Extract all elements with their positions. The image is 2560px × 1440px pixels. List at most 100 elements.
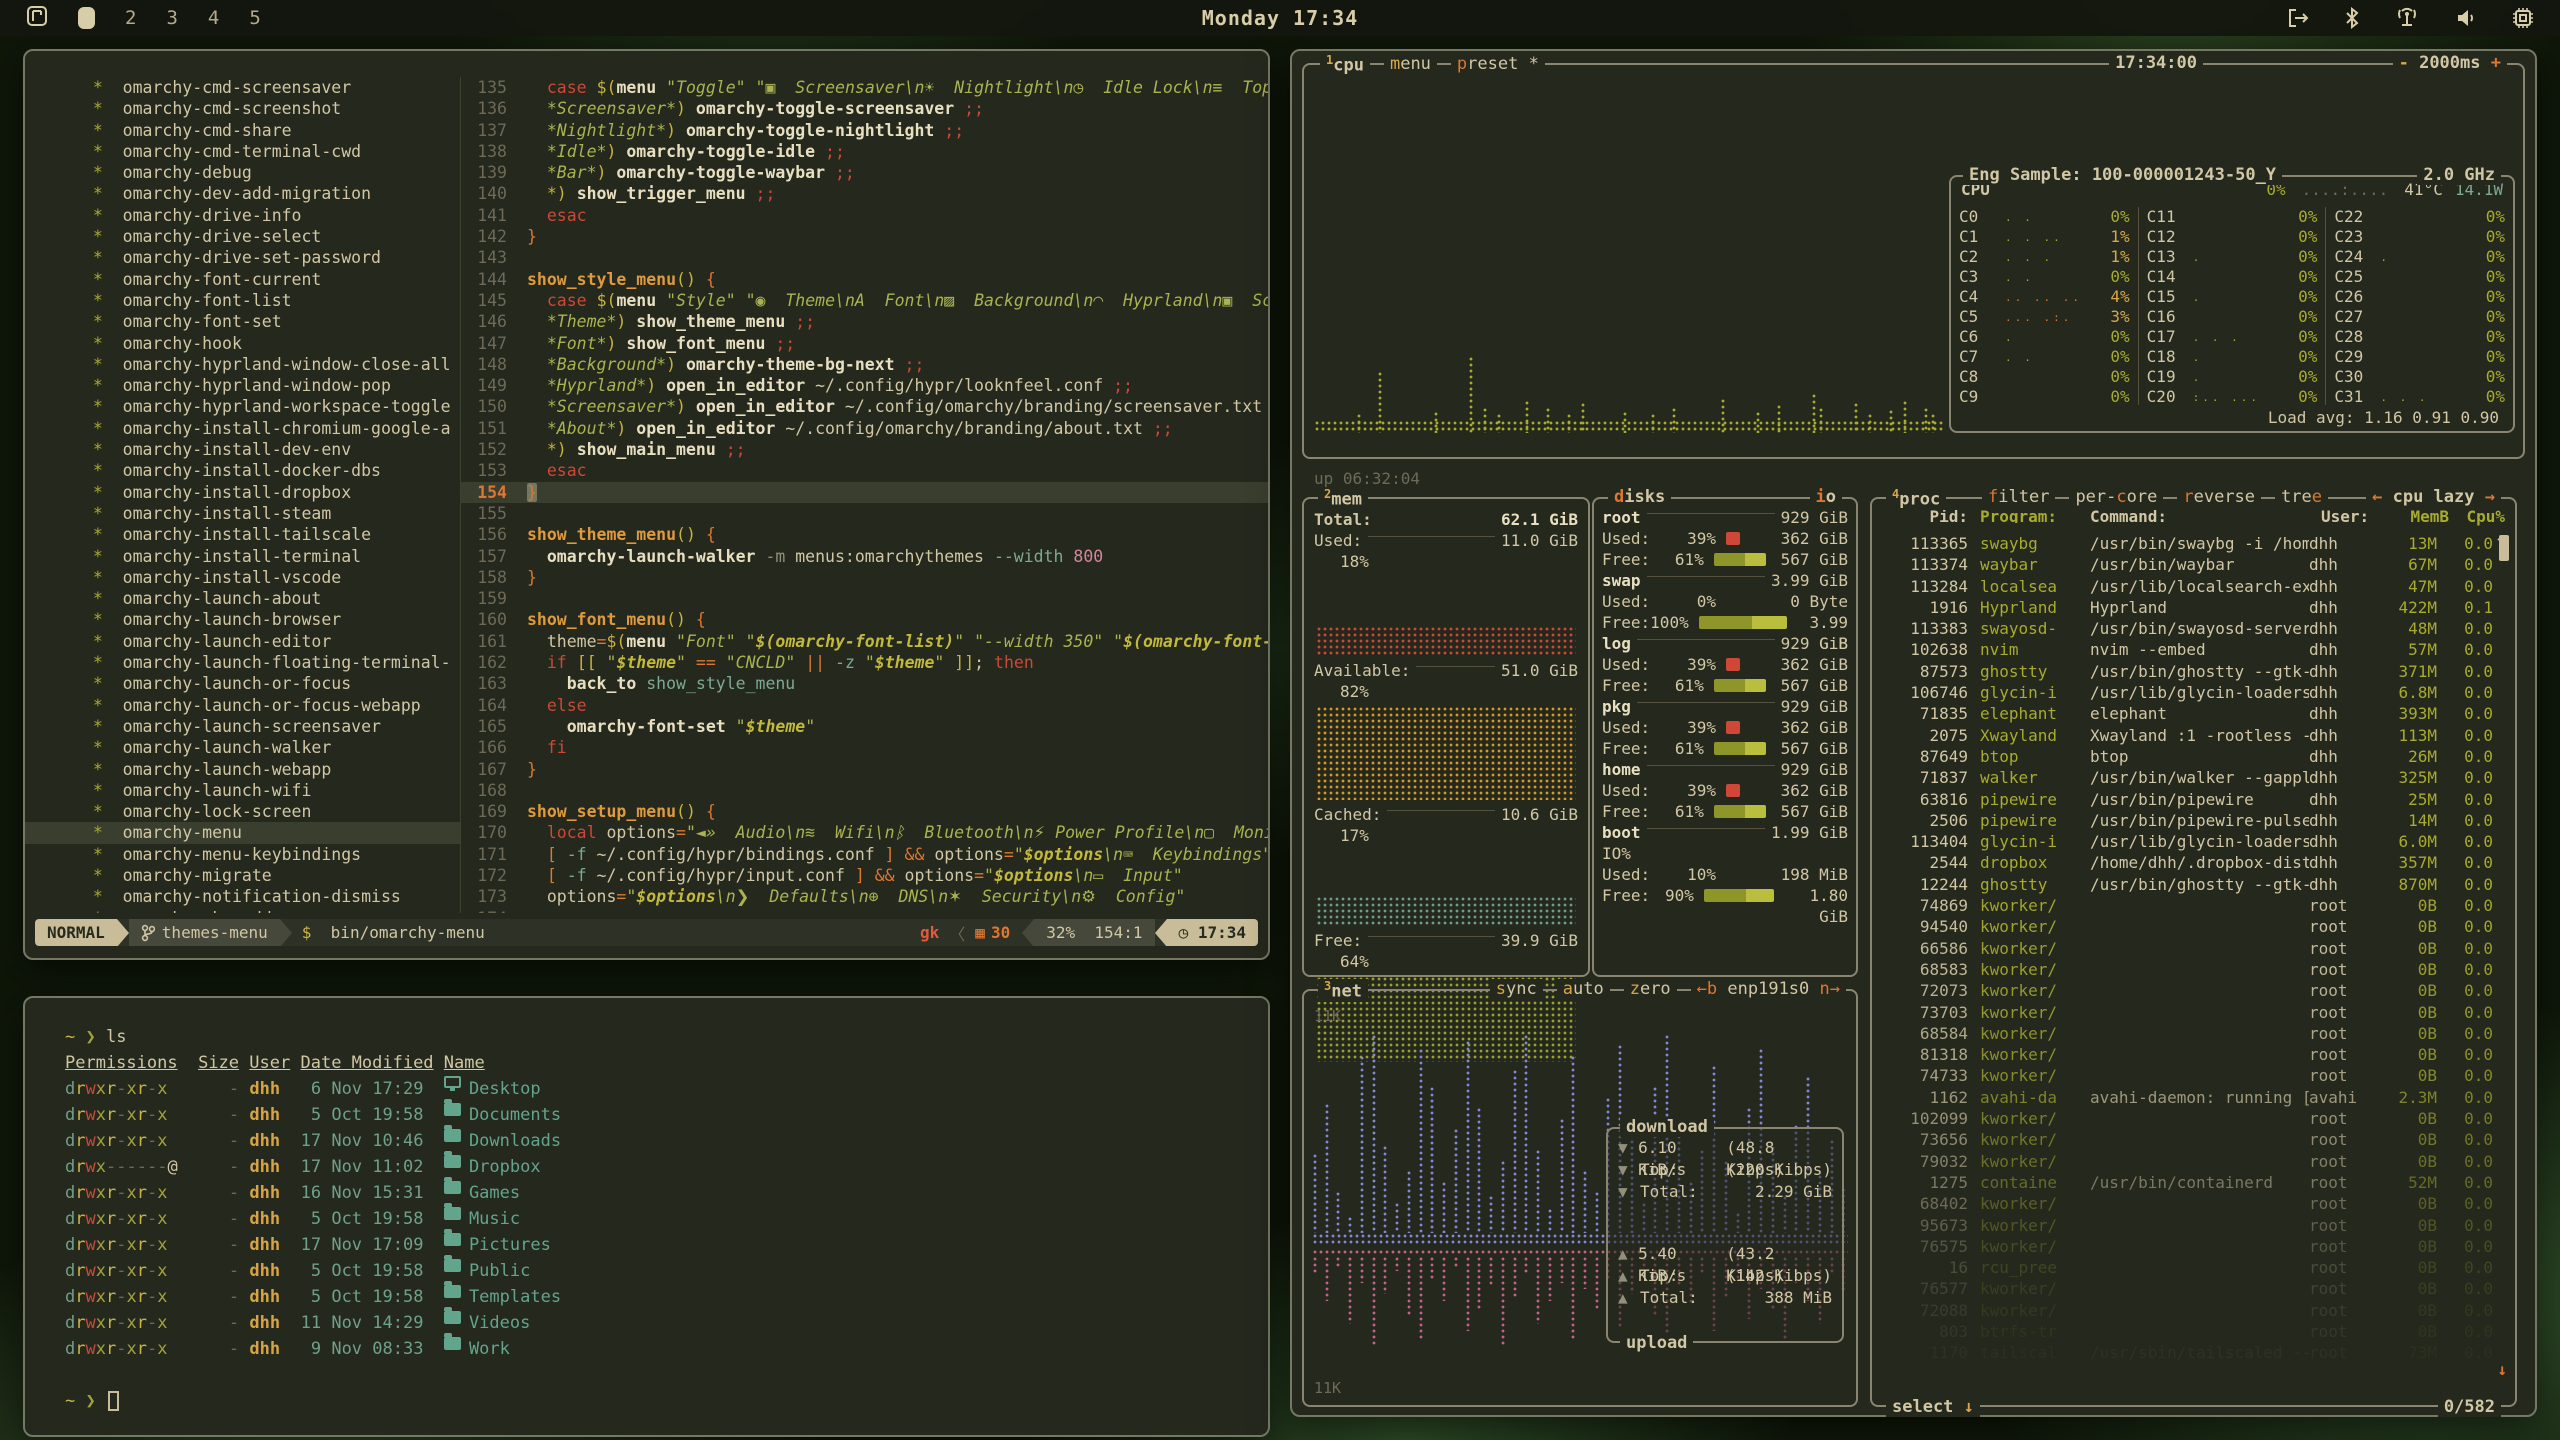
volume-icon[interactable] xyxy=(2454,7,2478,29)
process-row[interactable]: 74869kworker/root0B0.0 xyxy=(1882,895,2493,916)
net-interface-selector[interactable]: ←b enp191s0 n→ xyxy=(1691,979,1846,999)
process-row[interactable]: 71837walker/usr/bin/walker --gappldhh325… xyxy=(1882,767,2493,788)
cpu-chip-icon[interactable] xyxy=(2512,7,2534,29)
process-row[interactable]: 72088kworker/root0B0.0 xyxy=(1882,1300,2493,1321)
process-row[interactable]: 12244ghostty/usr/bin/ghostty --gtk-dhh87… xyxy=(1882,874,2493,895)
process-row[interactable]: 76577kworker/root0B0.0 xyxy=(1882,1278,2493,1299)
bluetooth-icon[interactable] xyxy=(2344,7,2360,29)
process-row[interactable]: 68583kworker/root0B0.0 xyxy=(1882,959,2493,980)
file-item[interactable]: * omarchy-hook xyxy=(25,333,460,354)
workspace-5[interactable]: 5 xyxy=(249,7,260,29)
file-item[interactable]: * omarchy-launch-editor xyxy=(25,631,460,652)
file-item[interactable]: * omarchy-install-docker-dbs xyxy=(25,460,460,481)
workspace-2[interactable]: 2 xyxy=(125,7,136,29)
process-row[interactable]: 1162avahi-daavahi-daemon: running [avahi… xyxy=(1882,1087,2493,1108)
code-line[interactable]: 170 local options="◄» Audio\n≋ Wifi\nᛒ B… xyxy=(461,822,1268,843)
file-item[interactable]: * omarchy-launch-about xyxy=(25,588,460,609)
proc-sort-nav[interactable]: ← cpu lazy → xyxy=(2366,487,2501,507)
process-row[interactable]: 79032kworker/root0B0.0 xyxy=(1882,1151,2493,1172)
process-row[interactable]: 2544dropbox/home/dhh/.dropbox-distdhh357… xyxy=(1882,852,2493,873)
file-item[interactable]: * omarchy-install-terminal xyxy=(25,546,460,567)
process-row[interactable]: 102099kworker/root0B0.0 xyxy=(1882,1108,2493,1129)
process-row[interactable]: 71835elephantelephantdhh393M0.0 xyxy=(1882,703,2493,724)
code-line[interactable]: 151 *About*) open_in_editor ~/.config/om… xyxy=(461,418,1268,439)
file-item[interactable]: * omarchy-launch-screensaver xyxy=(25,716,460,737)
code-line[interactable]: 154} xyxy=(461,482,1268,503)
omarchy-logo-icon[interactable] xyxy=(26,5,48,32)
code-line[interactable]: 171 [ -f ~/.config/hypr/bindings.conf ] … xyxy=(461,844,1268,865)
file-item[interactable]: * omarchy-debug xyxy=(25,162,460,183)
file-item[interactable]: * omarchy-cmd-screenshot xyxy=(25,98,460,119)
process-row[interactable]: 68584kworker/root0B0.0 xyxy=(1882,1023,2493,1044)
code-line[interactable]: 148 *Background*) omarchy-theme-bg-next … xyxy=(461,354,1268,375)
io-mode-button[interactable]: io xyxy=(1810,487,1843,507)
code-line[interactable]: 144show_style_menu() { xyxy=(461,269,1268,290)
code-line[interactable]: 163 back_to show_style_menu xyxy=(461,673,1268,694)
process-row[interactable]: 113284localsea/usr/lib/localsearch-exdhh… xyxy=(1882,576,2493,597)
proc-scrollbar[interactable] xyxy=(2499,535,2509,561)
file-item[interactable]: * omarchy-install-tailscale xyxy=(25,524,460,545)
code-line[interactable]: 141 esac xyxy=(461,205,1268,226)
file-item[interactable]: * omarchy-font-set xyxy=(25,311,460,332)
git-branch[interactable]: themes-menu xyxy=(129,919,280,946)
code-line[interactable]: 135 case $(menu "Toggle" "▣ Screensaver\… xyxy=(461,77,1268,98)
file-item[interactable]: * omarchy-font-list xyxy=(25,290,460,311)
code-line[interactable]: 168 xyxy=(461,780,1268,801)
code-line[interactable]: 161 theme=$(menu "Font" "$(omarchy-font-… xyxy=(461,631,1268,652)
code-line[interactable]: 145 case $(menu "Style" "◉ Theme\nA Font… xyxy=(461,290,1268,311)
file-item[interactable]: * omarchy-cmd-share xyxy=(25,120,460,141)
process-row[interactable]: 68402kworker/root0B0.0 xyxy=(1882,1193,2493,1214)
file-item[interactable]: * omarchy-launch-webapp xyxy=(25,759,460,780)
process-row[interactable]: 76575kworker/root0B0.0 xyxy=(1882,1236,2493,1257)
terminal-prompt-empty[interactable]: ~ ❯ xyxy=(65,1388,1268,1414)
select-button[interactable]: select ↓ xyxy=(1886,1397,1980,1417)
network-icon[interactable] xyxy=(2394,7,2420,29)
code-line[interactable]: 156show_theme_menu() { xyxy=(461,524,1268,545)
file-item[interactable]: * omarchy-install-chromium-google-a xyxy=(25,418,460,439)
process-row[interactable]: 1170tailscal/usr/sbin/tailscaled --root7… xyxy=(1882,1342,2493,1363)
code-line[interactable]: 136 *Screensaver*) omarchy-toggle-screen… xyxy=(461,98,1268,119)
file-item[interactable]: * omarchy-launch-or-focus xyxy=(25,673,460,694)
code-line[interactable]: 164 else xyxy=(461,695,1268,716)
code-line[interactable]: 162 if [[ "$theme" == "CNCLD" || -z "$th… xyxy=(461,652,1268,673)
code-line[interactable]: 167} xyxy=(461,759,1268,780)
process-row[interactable]: 87649btopbtopdhh26M0.0 xyxy=(1882,746,2493,767)
process-row[interactable]: 2506pipewire/usr/bin/pipewire-pulsedhh14… xyxy=(1882,810,2493,831)
process-row[interactable]: 95673kworker/root0B0.0 xyxy=(1882,1215,2493,1236)
file-item[interactable]: * omarchy-menu-keybindings xyxy=(25,844,460,865)
file-item[interactable]: * omarchy-launch-floating-terminal- xyxy=(25,652,460,673)
process-row[interactable]: 102638nvimnvim --embeddhh57M0.0 xyxy=(1882,639,2493,660)
file-item[interactable]: * omarchy-pkg-add xyxy=(25,908,460,913)
process-row[interactable]: 106746glycin-i/usr/lib/glycin-loadersdhh… xyxy=(1882,682,2493,703)
code-line[interactable]: 139 *Bar*) omarchy-toggle-waybar ;; xyxy=(461,162,1268,183)
file-item[interactable]: * omarchy-font-current xyxy=(25,269,460,290)
process-row[interactable]: 16rcu_preeroot0B0.0 xyxy=(1882,1257,2493,1278)
code-line[interactable]: 143 xyxy=(461,247,1268,268)
file-item[interactable]: * omarchy-install-dropbox xyxy=(25,482,460,503)
file-item[interactable]: * omarchy-hyprland-window-pop xyxy=(25,375,460,396)
terminal-window[interactable]: ~ ❯ lsPermissions Size User Date Modifie… xyxy=(23,996,1270,1437)
code-line[interactable]: 153 esac xyxy=(461,460,1268,481)
code-line[interactable]: 146 *Theme*) show_theme_menu ;; xyxy=(461,311,1268,332)
file-item[interactable]: * omarchy-launch-walker xyxy=(25,737,460,758)
process-row[interactable]: 113404glycin-i/usr/lib/glycin-loadersdhh… xyxy=(1882,831,2493,852)
proc-tree-button[interactable]: tree xyxy=(2275,487,2328,507)
update-interval[interactable]: - 2000ms + xyxy=(2393,53,2507,73)
process-row[interactable]: 74733kworker/root0B0.0 xyxy=(1882,1065,2493,1086)
file-item[interactable]: * omarchy-cmd-terminal-cwd xyxy=(25,141,460,162)
workspace-3[interactable]: 3 xyxy=(166,7,177,29)
code-line[interactable]: 169show_setup_menu() { xyxy=(461,801,1268,822)
process-row[interactable]: 73703kworker/root0B0.0 xyxy=(1882,1002,2493,1023)
workspace-4[interactable]: 4 xyxy=(208,7,219,29)
process-row[interactable]: 66586kworker/root0B0.0 xyxy=(1882,938,2493,959)
code-line[interactable]: 138 *Idle*) omarchy-toggle-idle ;; xyxy=(461,141,1268,162)
file-item[interactable]: * omarchy-install-steam xyxy=(25,503,460,524)
code-line[interactable]: 152 *) show_main_menu ;; xyxy=(461,439,1268,460)
file-item[interactable]: * omarchy-cmd-screensaver xyxy=(25,77,460,98)
code-line[interactable]: 165 omarchy-font-set "$theme" xyxy=(461,716,1268,737)
net-sync-button[interactable]: sync xyxy=(1490,979,1543,999)
process-row[interactable]: 1275containe/usr/bin/containerdroot52M0.… xyxy=(1882,1172,2493,1193)
process-row[interactable]: 113374waybar/usr/bin/waybardhh67M0.0 xyxy=(1882,554,2493,575)
file-item[interactable]: * omarchy-launch-or-focus-webapp xyxy=(25,695,460,716)
code-line[interactable]: 174 xyxy=(461,908,1268,913)
